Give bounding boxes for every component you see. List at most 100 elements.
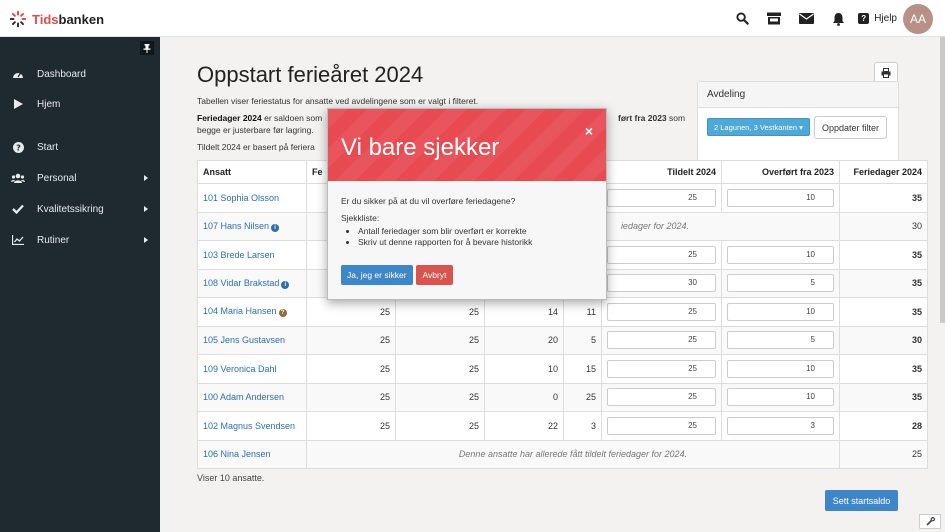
employee-name-text[interactable]: 109 Veronica Dahl bbox=[203, 364, 277, 374]
allocated-input[interactable]: 25 bbox=[607, 245, 716, 264]
search-icon[interactable] bbox=[726, 4, 758, 33]
employee-name[interactable]: 102 Magnus Svendsen bbox=[197, 411, 307, 441]
transferred-input[interactable]: 10 bbox=[727, 302, 834, 321]
avatar[interactable]: AA bbox=[903, 3, 933, 34]
sidebar-item-rutiner[interactable]: Rutiner bbox=[0, 230, 160, 250]
transferred-cell: 10 bbox=[721, 240, 840, 270]
total-cell: 30 bbox=[839, 325, 928, 355]
employee-name[interactable]: 101 Sophia Olsson bbox=[197, 183, 307, 213]
pin-icon[interactable] bbox=[140, 41, 154, 55]
table-row: 106 Nina Jensen Denne ansatte har allered… bbox=[197, 439, 928, 469]
sidebar-item-start[interactable]: ? Start bbox=[0, 137, 160, 157]
allocated-input[interactable]: 25 bbox=[607, 188, 716, 207]
col-header[interactable]: Overført fra 2023 bbox=[721, 160, 840, 184]
transferred-input[interactable]: 10 bbox=[727, 388, 834, 407]
col-header[interactable]: Ansatt bbox=[197, 160, 307, 184]
total-cell: 35 bbox=[839, 354, 928, 384]
logo[interactable]: Tidsbanken bbox=[9, 9, 104, 29]
allocated-input[interactable]: 30 bbox=[607, 274, 716, 293]
col-header[interactable]: Feriedager 2024 bbox=[839, 160, 928, 184]
close-icon[interactable]: × bbox=[585, 123, 593, 139]
allocated-cell: 25 bbox=[601, 382, 722, 412]
employee-name[interactable]: 105 Jens Gustavsen bbox=[197, 325, 307, 355]
employee-name-text[interactable]: 108 Vidar Brakstad bbox=[203, 278, 279, 288]
allocated-input[interactable]: 25 bbox=[607, 331, 716, 350]
info-icon[interactable]: i bbox=[281, 280, 290, 289]
chevron-right-icon bbox=[144, 237, 148, 243]
col-header[interactable]: Tildelt 2024 bbox=[601, 160, 722, 184]
transferred-input[interactable]: 5 bbox=[727, 274, 834, 293]
allocated-input[interactable]: 25 bbox=[607, 359, 716, 378]
sidebar-item-label: Hjem bbox=[37, 98, 61, 110]
cancel-button[interactable]: Avbryt bbox=[415, 265, 454, 285]
transferred-input[interactable]: 10 bbox=[727, 188, 834, 207]
intro-right-rest: som bbox=[669, 113, 686, 123]
info-icon[interactable]: i bbox=[271, 223, 280, 232]
print-icon bbox=[881, 68, 891, 78]
modal-question: Er du sikker på at du vil overføre ferie… bbox=[341, 196, 516, 206]
table-row: 109 Veronica Dahl 25 25 10 15 25 10 35 bbox=[197, 354, 928, 384]
employee-name[interactable]: 100 Adam Andersen bbox=[197, 382, 307, 412]
allocated-input[interactable]: 25 bbox=[607, 302, 716, 321]
sidebar-item-personal[interactable]: Personal bbox=[0, 168, 160, 188]
row-note: Denne ansatte har allerede fått tildelt … bbox=[306, 439, 840, 469]
transferred-cell: 10 bbox=[721, 354, 840, 384]
employee-name-text[interactable]: 101 Sophia Olsson bbox=[203, 193, 279, 203]
employee-name-text[interactable]: 107 Hans Nilsen bbox=[203, 221, 269, 231]
allocated-input[interactable]: 25 bbox=[607, 388, 716, 407]
table-cell: 25 bbox=[395, 354, 485, 384]
employee-name[interactable]: 104 Maria Hansen? bbox=[197, 297, 307, 327]
confirm-button[interactable]: Ja, jeg er sikker bbox=[341, 265, 413, 285]
employee-name-text[interactable]: 104 Maria Hansen bbox=[203, 306, 277, 316]
sidebar-item-label: Personal bbox=[37, 172, 77, 184]
employee-name[interactable]: 108 Vidar Brakstad i bbox=[197, 268, 307, 298]
allocated-cell: 25 bbox=[601, 411, 722, 441]
intro-line-2b: begge er justerbare før lagring. bbox=[197, 125, 314, 135]
sidebar-item-hjem[interactable]: Hjem bbox=[0, 94, 160, 114]
department-dropdown[interactable]: 2 Lagunen, 3 Vestkanten ▾ bbox=[707, 118, 810, 136]
scrollbar[interactable] bbox=[940, 37, 945, 323]
transferred-input[interactable]: 5 bbox=[727, 331, 834, 350]
transferred-cell: 5 bbox=[721, 268, 840, 298]
sidebar-item-dashboard[interactable]: Dashboard bbox=[0, 64, 160, 84]
table-cell: 25 bbox=[306, 297, 396, 327]
employee-name-text[interactable]: 106 Nina Jensen bbox=[203, 449, 271, 459]
checklist-item: Antall feriedager som blir overført er k… bbox=[358, 226, 593, 237]
update-filter-button[interactable]: Oppdater filter bbox=[814, 116, 888, 139]
employee-name[interactable]: 106 Nina Jensen bbox=[197, 439, 307, 469]
question-icon[interactable]: ? bbox=[278, 309, 287, 318]
transferred-input[interactable]: 10 bbox=[727, 359, 834, 378]
table-cell: 15 bbox=[563, 354, 602, 384]
sidebar-item-label: Start bbox=[37, 141, 59, 153]
intro-right-fragment: ført fra 2023 som bbox=[618, 112, 685, 124]
employee-name-text[interactable]: 105 Jens Gustavsen bbox=[203, 335, 285, 345]
sidebar-item-label: Rutiner bbox=[37, 234, 70, 246]
wrench-icon[interactable] bbox=[919, 514, 941, 529]
checklist: Antall feriedager som blir overført er k… bbox=[358, 226, 593, 248]
set-start-balance-button[interactable]: Sett startsaldo bbox=[825, 490, 898, 511]
employee-name-text[interactable]: 102 Magnus Svendsen bbox=[203, 421, 295, 431]
modal-buttons: Ja, jeg er sikker Avbryt bbox=[341, 265, 454, 285]
employee-name[interactable]: 107 Hans Nilsen i bbox=[197, 211, 307, 241]
employee-name-text[interactable]: 103 Brede Larsen bbox=[203, 250, 275, 260]
allocated-cell: 25 bbox=[601, 354, 722, 384]
sidebar-item-kvalitetssikring[interactable]: Kvalitetssikring bbox=[0, 199, 160, 219]
employee-name-text[interactable]: 100 Adam Andersen bbox=[203, 392, 284, 402]
store-icon[interactable] bbox=[758, 4, 790, 33]
envelope-icon[interactable] bbox=[790, 4, 822, 33]
help-link[interactable]: ? Hjelp bbox=[858, 13, 897, 24]
transferred-input[interactable]: 10 bbox=[727, 245, 834, 264]
play-icon bbox=[11, 99, 25, 109]
check-icon bbox=[11, 204, 25, 214]
table-row: 100 Adam Andersen 25 25 0 25 25 10 35 bbox=[197, 382, 928, 412]
transferred-cell: 5 bbox=[721, 325, 840, 355]
bell-icon[interactable] bbox=[822, 4, 854, 33]
allocated-input[interactable]: 25 bbox=[607, 416, 716, 435]
allocated-cell: 25 bbox=[601, 183, 722, 213]
allocated-cell: 25 bbox=[601, 240, 722, 270]
transferred-input[interactable]: 3 bbox=[727, 416, 834, 435]
intro-right-bold: ført fra 2023 bbox=[618, 113, 667, 123]
employee-name[interactable]: 109 Veronica Dahl bbox=[197, 354, 307, 384]
employee-name[interactable]: 103 Brede Larsen bbox=[197, 240, 307, 270]
table-cell: 25 bbox=[395, 382, 485, 412]
